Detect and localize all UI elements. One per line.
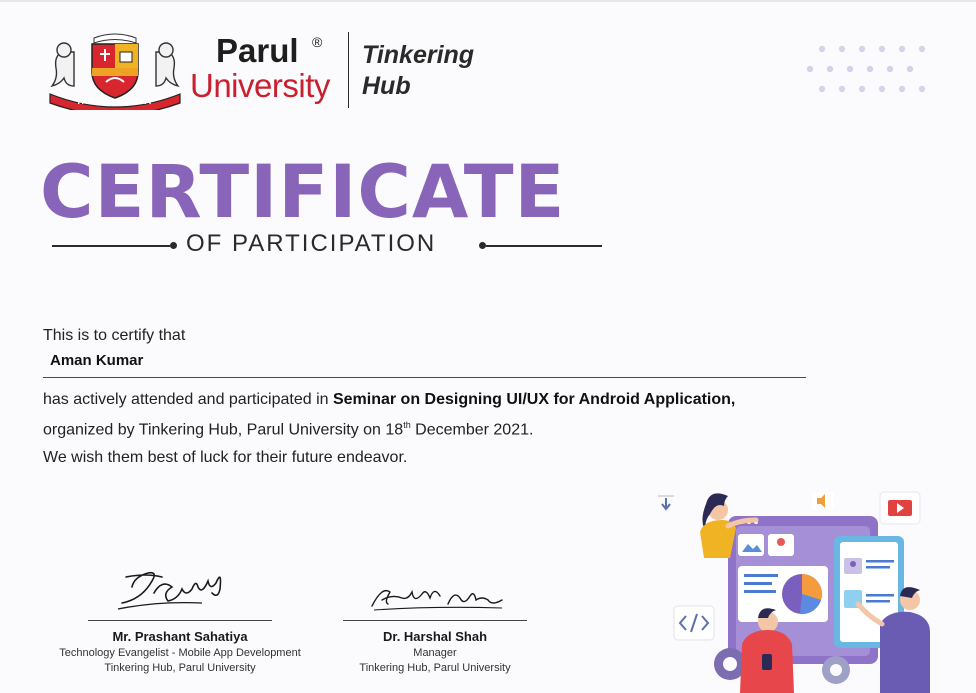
certificate-subtitle: OF PARTICIPATION [186,230,437,257]
recipient-name: Aman Kumar [50,352,144,369]
code-icon [673,605,715,641]
download-arrow-icon [658,495,674,511]
signatory-2-role: Manager [413,647,457,659]
signature-harshal-shah [371,589,503,611]
brand-university: University [190,67,330,104]
subtitle-rule-right [486,245,602,247]
subtitle-dot-left [170,242,177,249]
body-line-2-suffix: December 2021. [410,421,534,439]
event-name: Seminar on Designing UI/UX for Android A… [332,391,736,408]
signatory-2-org: Tinkering Hub, Parul University [359,662,511,674]
signature-rule-1 [88,620,272,621]
body-line-1: has actively attended and participated i… [43,391,735,409]
ui-design-illustration [658,491,930,693]
date-ordinal: th [403,420,411,430]
parul-university-crest-logo: PARUL UNIVERSITY [49,33,181,110]
certify-intro: This is to certify that [43,327,186,344]
crest-banner-text: PARUL UNIVERSITY [77,98,153,106]
brand-parul: Parul [216,32,299,69]
top-border [0,0,976,2]
subtitle-dot-right [479,242,486,249]
header-divider [348,32,349,108]
recipient-underline [43,377,806,378]
image-icon [738,534,764,556]
body-line-3: We wish them best of luck for their futu… [43,449,408,466]
body-line-1-prefix: has actively attended and participated i… [43,391,333,408]
hub-line2: Hub [362,72,411,100]
body-line-2-prefix: organized by Tinkering Hub, Parul Univer… [43,421,404,439]
tinkering-hub-logo: Tinkering Hub [362,40,474,102]
signatory-2-name: Dr. Harshal Shah [382,629,488,644]
signature-rule-2 [343,620,527,621]
decorative-dot-grid [806,45,926,93]
signatory-1-name: Mr. Prashant Sahatiya [112,629,248,644]
pie-chart-icon [782,574,822,615]
signature-prashant-sahatiya [117,571,222,610]
subtitle-rule-left [52,245,170,247]
certificate-subtitle-row: OF PARTICIPATION [52,228,604,264]
speaker-icon [812,492,834,510]
brand-registered-mark: ® [312,34,323,50]
certificate-title: CERTIFICATE [40,150,566,235]
body-line-2: organized by Tinkering Hub, Parul Univer… [43,420,533,439]
hub-line1: Tinkering [362,41,475,69]
